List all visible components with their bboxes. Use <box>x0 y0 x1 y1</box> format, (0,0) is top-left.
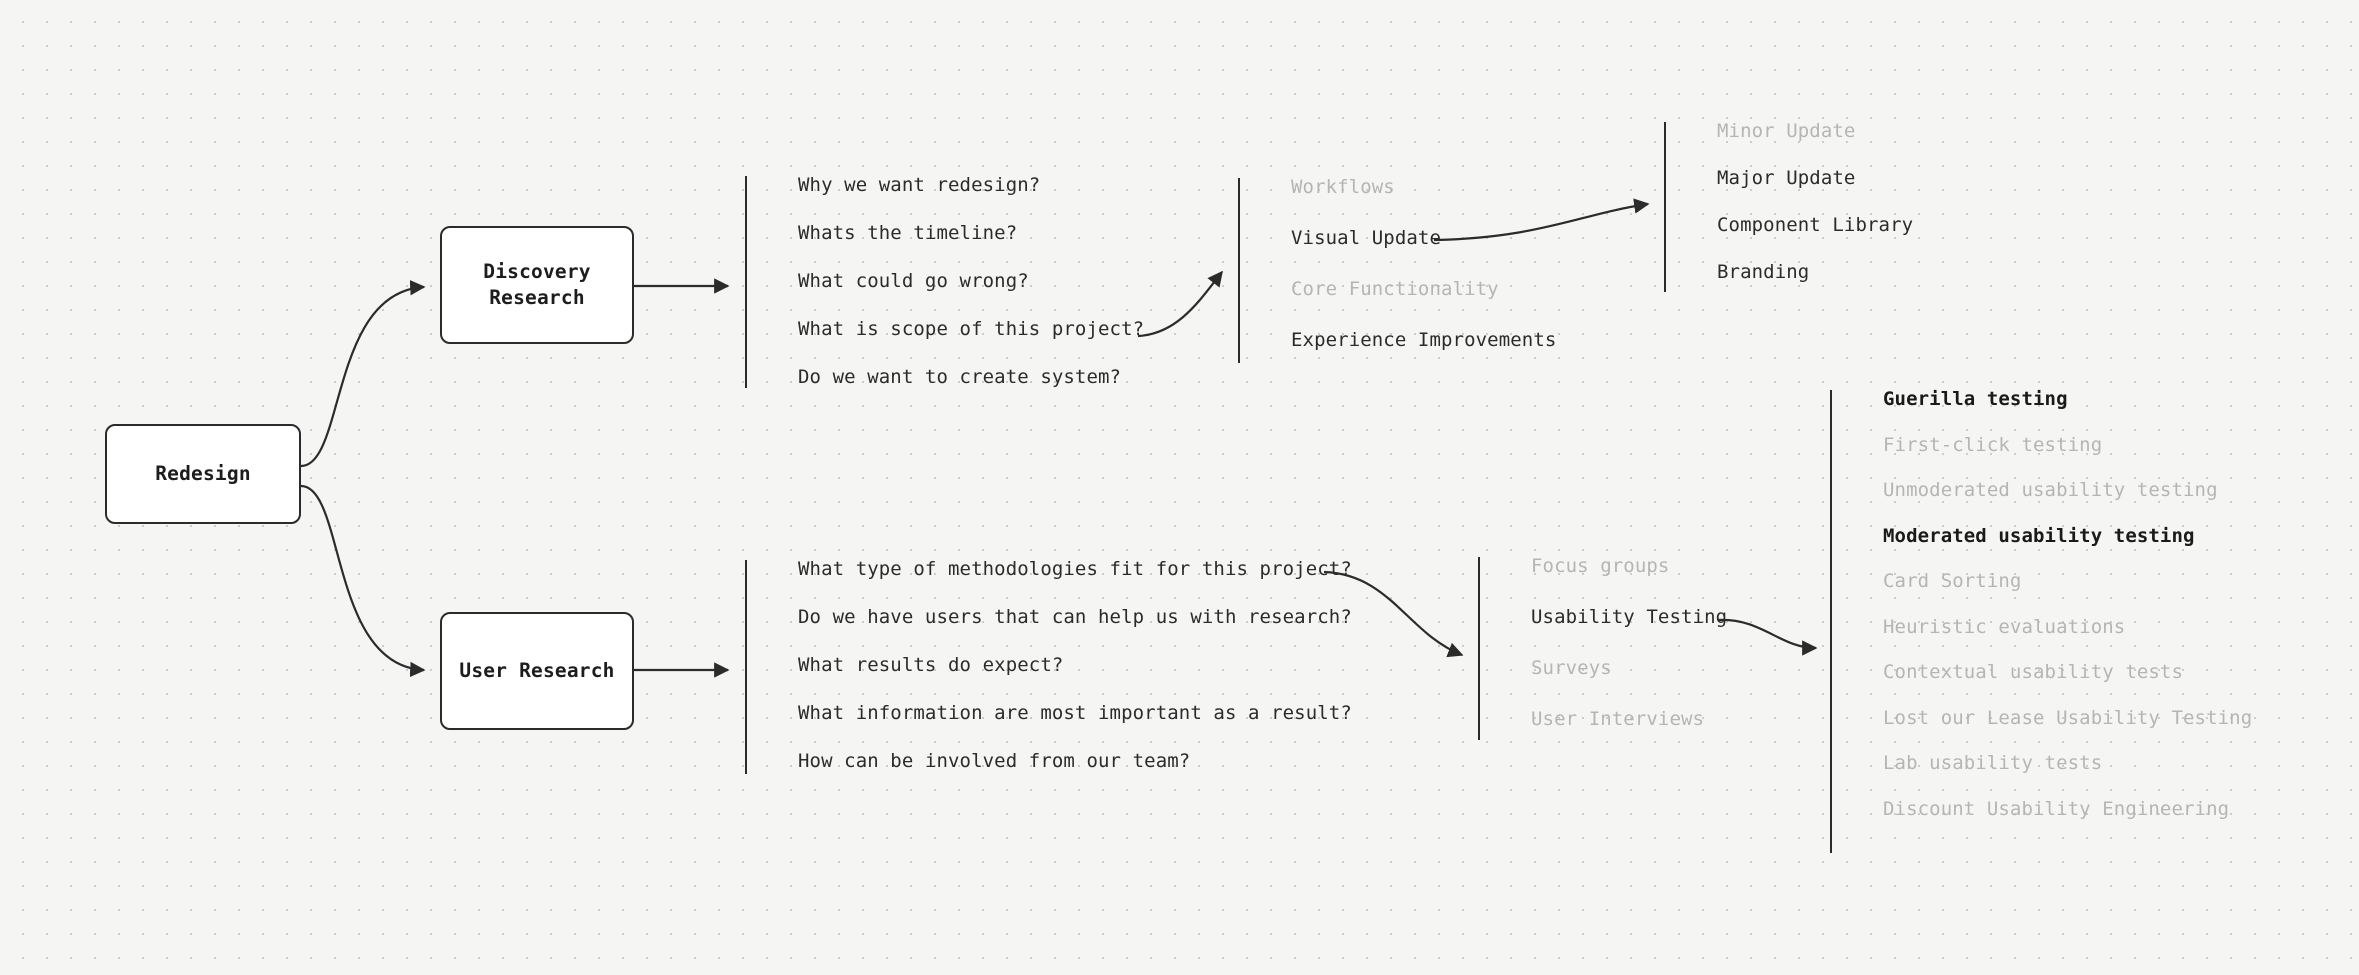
column-discovery-questions: Why we want redesign? Whats the timeline… <box>745 176 1144 388</box>
list-item[interactable]: How can be involved from our team? <box>798 752 1352 771</box>
list-item[interactable]: Lab usability tests <box>1883 754 2252 773</box>
column-items: Focus groups Usability Testing Surveys U… <box>1478 557 1727 729</box>
column-research-questions: What type of methodologies fit for this … <box>745 560 1352 774</box>
column-rule <box>1238 178 1241 363</box>
list-item[interactable]: Usability Testing <box>1531 608 1727 627</box>
list-item[interactable]: What is scope of this project? <box>798 320 1144 339</box>
column-items: What type of methodologies fit for this … <box>745 560 1352 771</box>
column-rule <box>745 560 748 774</box>
node-discovery-research[interactable]: Discovery Research <box>440 226 634 344</box>
list-item[interactable]: Unmoderated usability testing <box>1883 481 2252 500</box>
column-items: Guerilla testing First-click testing Unm… <box>1830 390 2252 819</box>
column-items: Minor Update Major Update Component Libr… <box>1664 122 1913 282</box>
list-item[interactable]: Do we have users that can help us with r… <box>798 608 1352 627</box>
list-item[interactable]: Why we want redesign? <box>798 176 1144 195</box>
list-item[interactable]: Surveys <box>1531 659 1727 678</box>
edge-scope-question-to-update-types <box>1137 270 1223 338</box>
list-item[interactable]: Experience Improvements <box>1291 331 1556 350</box>
list-item[interactable]: Card Sorting <box>1883 572 2252 591</box>
column-rule <box>1830 390 1833 853</box>
edge-root-to-user-research <box>300 484 426 678</box>
column-items: Why we want redesign? Whats the timeline… <box>745 176 1144 387</box>
list-item[interactable]: Contextual usability tests <box>1883 663 2252 682</box>
column-update-scope: Minor Update Major Update Component Libr… <box>1664 122 1913 292</box>
list-item[interactable]: Do we want to create system? <box>798 368 1144 387</box>
node-redesign[interactable]: Redesign <box>105 424 301 524</box>
list-item[interactable]: Component Library <box>1717 216 1913 235</box>
list-item[interactable]: Guerilla testing <box>1883 390 2252 409</box>
list-item[interactable]: Lost our Lease Usability Testing <box>1883 708 2252 728</box>
edge-root-to-discovery <box>300 280 426 468</box>
list-item[interactable]: Focus groups <box>1531 557 1727 576</box>
column-rule <box>745 176 748 388</box>
list-item[interactable]: User Interviews <box>1531 710 1727 729</box>
list-item[interactable]: What type of methodologies fit for this … <box>798 560 1352 579</box>
list-item[interactable]: Branding <box>1717 263 1913 282</box>
edge-usability-testing-to-methods <box>1717 618 1818 656</box>
list-item[interactable]: First-click testing <box>1883 435 2252 455</box>
node-user-research[interactable]: User Research <box>440 612 634 730</box>
list-item[interactable]: Minor Update <box>1717 122 1913 141</box>
column-rule <box>1478 557 1481 740</box>
list-item[interactable]: What information are most important as a… <box>798 704 1352 723</box>
list-item[interactable]: Major Update <box>1717 169 1913 188</box>
list-item[interactable]: Moderated usability testing <box>1883 526 2252 546</box>
list-item[interactable]: Whats the timeline? <box>798 224 1144 243</box>
column-testing-methods: Guerilla testing First-click testing Unm… <box>1830 390 2252 853</box>
column-rule <box>1664 122 1667 292</box>
list-item[interactable]: Visual Update <box>1291 229 1556 248</box>
list-item[interactable]: What could go wrong? <box>798 272 1144 291</box>
column-update-types: Workflows Visual Update Core Functionali… <box>1238 178 1556 363</box>
diagram-canvas: Redesign Discovery Research User Researc… <box>0 0 2359 975</box>
list-item[interactable]: Workflows <box>1291 178 1556 197</box>
list-item[interactable]: Core Functionality <box>1291 280 1556 299</box>
column-methodologies: Focus groups Usability Testing Surveys U… <box>1478 557 1727 740</box>
list-item[interactable]: Discount Usability Engineering <box>1883 799 2252 819</box>
column-items: Workflows Visual Update Core Functionali… <box>1238 178 1556 350</box>
list-item[interactable]: Heuristic evaluations <box>1883 617 2252 637</box>
list-item[interactable]: What results do expect? <box>798 656 1352 675</box>
